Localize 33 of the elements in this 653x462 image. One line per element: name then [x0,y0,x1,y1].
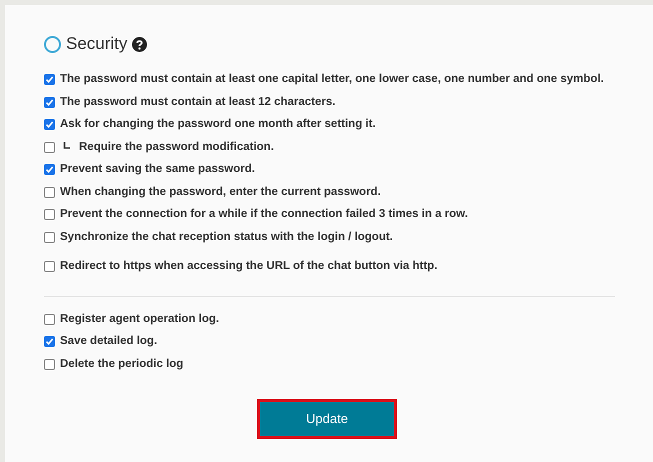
checkbox[interactable] [44,164,55,175]
option-label: Ask for changing the password one month after setting it. [60,117,376,132]
checkbox[interactable] [44,336,55,347]
checkmark-icon [45,165,54,174]
option-label: Redirect to https when accessing the URL of the chat button via http. [60,259,438,274]
checkbox[interactable] [44,261,55,272]
option-label: When changing the password, enter the current password. [60,184,381,199]
section-title: Security [66,33,128,56]
checkbox[interactable] [44,314,55,324]
checkbox[interactable] [44,142,55,152]
option-label: Register agent operation log. [60,312,220,326]
option-label: Prevent saving the same password. [60,162,255,176]
checkbox[interactable] [44,96,55,108]
radio-icon [44,36,61,52]
checkbox[interactable] [44,232,55,242]
checkmark-icon [45,337,54,346]
option-label: The password must contain at least one capital letter, one lower case, one number and one symbol. [60,72,604,86]
checkbox[interactable] [44,119,55,130]
checkbox[interactable] [44,209,55,220]
checkmark-icon [45,98,54,106]
option-label: Synchronize the chat reception status with the login / logout. [60,230,393,244]
checkbox[interactable] [44,358,55,370]
checkmark-icon [45,120,54,129]
option-label: Prevent the connection for a while if the connection failed 3 times in a row. [60,207,468,222]
option-label: Require the password modification. [79,140,274,154]
checkmark-icon [45,75,54,84]
update-button[interactable]: Update [257,399,397,439]
help-icon [132,36,148,52]
option-label: The password must contain at least 12 characters. [60,94,336,109]
option-label: Save detailed log. [60,334,158,348]
checkbox[interactable] [44,74,55,85]
checkbox[interactable] [44,186,55,198]
option-label: Delete the periodic log [60,356,184,371]
